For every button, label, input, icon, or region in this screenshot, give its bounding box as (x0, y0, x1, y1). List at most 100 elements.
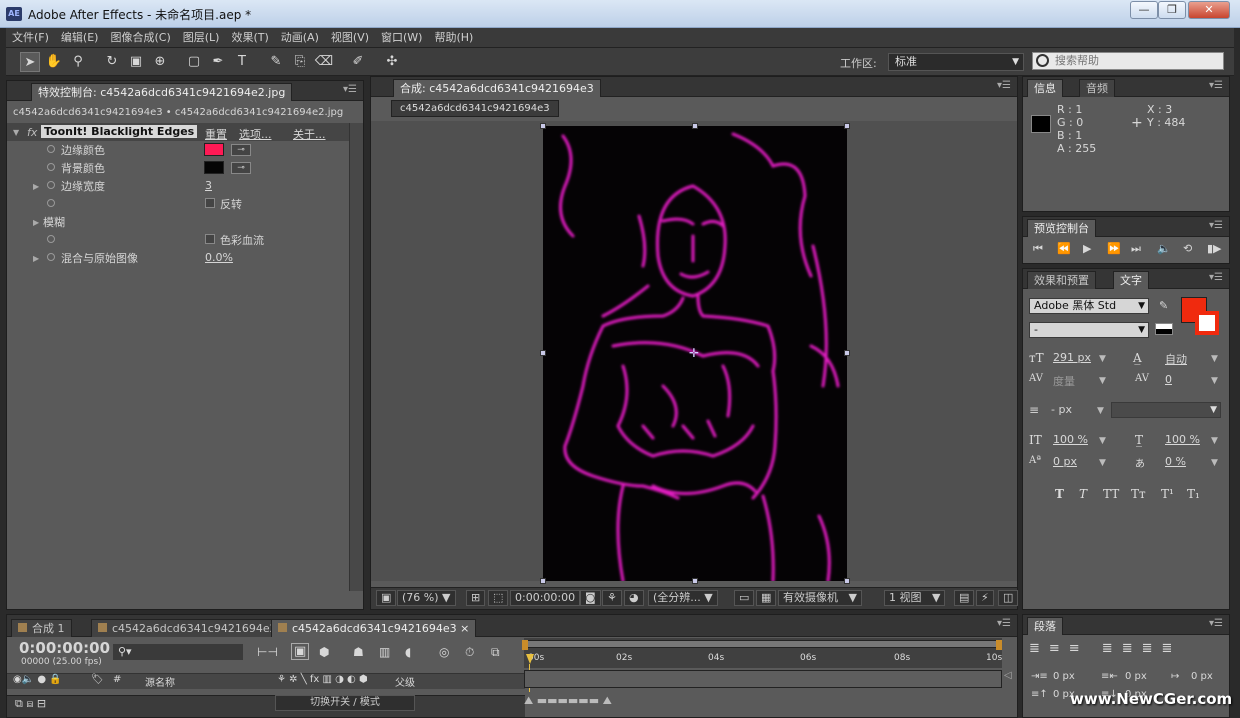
stopwatch-icon[interactable] (47, 199, 55, 207)
transform-handle[interactable] (540, 350, 546, 356)
font-family-select[interactable]: Adobe 黑体 Std ▼ (1029, 298, 1149, 314)
blend-value[interactable]: 0.0% (205, 251, 233, 264)
first-line-indent-value[interactable]: 0 px (1191, 671, 1213, 682)
chevron-down-icon[interactable]: ▼ (1211, 458, 1218, 468)
close-button[interactable]: ✕ (1188, 1, 1230, 19)
black-white-swatch[interactable] (1155, 323, 1173, 335)
stopwatch-icon[interactable] (47, 253, 55, 261)
eraser-tool-icon[interactable]: ⌫ (314, 52, 334, 72)
superscript-button[interactable]: T¹ (1161, 487, 1174, 501)
fx-icon[interactable]: fx (27, 126, 37, 139)
tab-character[interactable]: 文字 (1113, 271, 1149, 289)
tracking-value[interactable]: 0 (1165, 373, 1172, 386)
snapshot-icon[interactable]: ◙ (580, 590, 601, 606)
menu-composition[interactable]: 图像合成(C) (104, 28, 176, 48)
kerning-value[interactable]: 度量 (1053, 373, 1075, 389)
comp-mini-flowchart-icon[interactable]: ⊢⊣ (257, 645, 278, 659)
zoom-slider[interactable]: ⛰ ▬▬▬▬▬▬ ⛰ (524, 694, 644, 708)
rectangle-tool-icon[interactable]: ▢ (184, 52, 204, 72)
eyedropper-icon[interactable]: ⊸ (231, 162, 251, 174)
panel-menu-icon[interactable]: ▾☰ (1209, 80, 1223, 91)
camera-dropdown[interactable]: 有效摄像机 ▼ (778, 590, 862, 606)
puppet-pin-tool-icon[interactable]: ✣ (382, 52, 402, 72)
transform-handle[interactable] (844, 350, 850, 356)
motion-blur-icon[interactable]: ◖ (405, 645, 411, 659)
comp-button-icon[interactable]: ◁ (1004, 670, 1016, 684)
pen-tool-icon[interactable]: ✒ (208, 52, 228, 72)
chevron-down-icon[interactable]: ▼ (1211, 436, 1218, 446)
zoom-dropdown[interactable]: (76 %) ▼ (397, 590, 456, 606)
menu-file[interactable]: 文件(F) (6, 28, 55, 48)
next-frame-icon[interactable]: ⏩ (1107, 242, 1121, 255)
safe-zones-icon[interactable]: ⊞ (466, 590, 486, 606)
tsume-value[interactable]: 0 % (1165, 455, 1186, 468)
bg-color-swatch[interactable] (204, 161, 224, 174)
anchor-point-icon[interactable]: ✛ (689, 346, 699, 360)
hand-tool-icon[interactable]: ✋ (44, 52, 64, 72)
zoom-tool-icon[interactable]: ⚲ (68, 52, 88, 72)
always-preview-icon[interactable]: ▣ (376, 590, 397, 606)
transform-handle[interactable] (540, 123, 546, 129)
transform-handle[interactable] (844, 578, 850, 584)
timeline-timecode[interactable]: 0:00:00:00 (19, 639, 110, 657)
camera-tool-icon[interactable]: ▣ (126, 52, 146, 72)
edge-width-value[interactable]: 3 (205, 179, 212, 192)
first-frame-icon[interactable]: ⏮ (1033, 242, 1043, 256)
edge-color-swatch[interactable] (204, 143, 224, 156)
eyedropper-icon[interactable]: ⊸ (231, 144, 251, 156)
stroke-width-value[interactable]: - px (1051, 403, 1072, 416)
views-dropdown[interactable]: 1 视图 ▼ (884, 590, 946, 606)
effect-controls-scrollbar[interactable] (349, 123, 363, 591)
chevron-down-icon[interactable]: ▼ (1099, 436, 1106, 446)
minimize-button[interactable]: — (1130, 1, 1158, 19)
panel-menu-icon[interactable]: ▾☰ (343, 84, 357, 95)
font-size-value[interactable]: 291 px (1053, 351, 1091, 364)
loop-icon[interactable]: ⟲ (1183, 242, 1192, 255)
ram-preview-icon[interactable]: ▮▶ (1207, 242, 1222, 255)
brainstorm-icon[interactable]: ◎ (439, 645, 449, 659)
alignment-buttons[interactable]: ≣≡≡ ≣≣≣≣ (1029, 641, 1181, 656)
brush-tool-icon[interactable]: ✎ (266, 52, 286, 72)
chevron-down-icon[interactable]: ▼ (1099, 458, 1106, 468)
workspace-select[interactable]: 标准 ▼ (888, 53, 1024, 71)
mask-visibility-icon[interactable]: ⬚ (488, 590, 509, 606)
chevron-down-icon[interactable]: ▼ (1211, 354, 1218, 364)
rotate-tool-icon[interactable]: ↻ (102, 52, 122, 72)
effect-name[interactable]: ToonIt! Blacklight Edges (41, 125, 198, 138)
eyedropper-icon[interactable]: ✎ (1159, 299, 1168, 312)
tab-effects-presets[interactable]: 效果和预置 (1027, 271, 1096, 289)
auto-keyframe-icon[interactable]: ⏱ (465, 645, 474, 660)
live-update-icon[interactable]: ▣ (291, 643, 310, 660)
faux-bold-button[interactable]: T (1055, 487, 1064, 501)
tab-comp-1[interactable]: 合成 1 (11, 619, 72, 637)
maximize-button[interactable]: ❐ (1158, 1, 1186, 19)
panel-menu-icon[interactable]: ▾☰ (1209, 220, 1223, 231)
expand-triangle-icon[interactable]: ▼ (13, 128, 19, 137)
tab-comp-e2[interactable]: c4542a6dcd6341c9421694e2 (91, 619, 284, 637)
footer-toggle-icons[interactable]: ⧉ ⧈ ⊟ (15, 697, 46, 711)
channels-icon[interactable]: ◕ (624, 590, 644, 606)
color-bleed-checkbox[interactable] (205, 234, 215, 244)
composition-subtab[interactable]: c4542a6dcd6341c9421694e3 (391, 100, 559, 117)
transparency-grid-icon[interactable]: ▦ (756, 590, 777, 606)
about-link[interactable]: 关于... (293, 126, 326, 142)
reset-link[interactable]: 重置 (205, 126, 227, 142)
toggle-switches-modes-button[interactable]: 切换开关 / 模式 (275, 695, 415, 711)
tab-preview[interactable]: 预览控制台 (1027, 219, 1096, 237)
transform-handle[interactable] (844, 123, 850, 129)
source-name-header[interactable]: 源名称 (145, 674, 175, 689)
work-area-start-handle[interactable] (522, 640, 528, 650)
stopwatch-icon[interactable] (47, 163, 55, 171)
faux-italic-button[interactable]: T (1079, 487, 1087, 501)
panel-menu-icon[interactable]: ▾☰ (997, 80, 1011, 91)
transform-handle[interactable] (692, 578, 698, 584)
panel-menu-icon[interactable]: ▾☰ (1209, 618, 1223, 629)
tab-info[interactable]: 信息 (1027, 79, 1063, 97)
horizontal-scale-value[interactable]: 100 % (1165, 433, 1200, 446)
show-snapshot-icon[interactable]: ⚘ (602, 590, 622, 606)
leading-value[interactable]: 自动 (1165, 351, 1187, 367)
tab-audio[interactable]: 音频 (1079, 79, 1115, 97)
audio-icon[interactable]: 🔈 (1157, 242, 1171, 255)
subscript-button[interactable]: T₁ (1187, 487, 1200, 501)
clone-stamp-tool-icon[interactable]: ⎘ (290, 52, 310, 72)
